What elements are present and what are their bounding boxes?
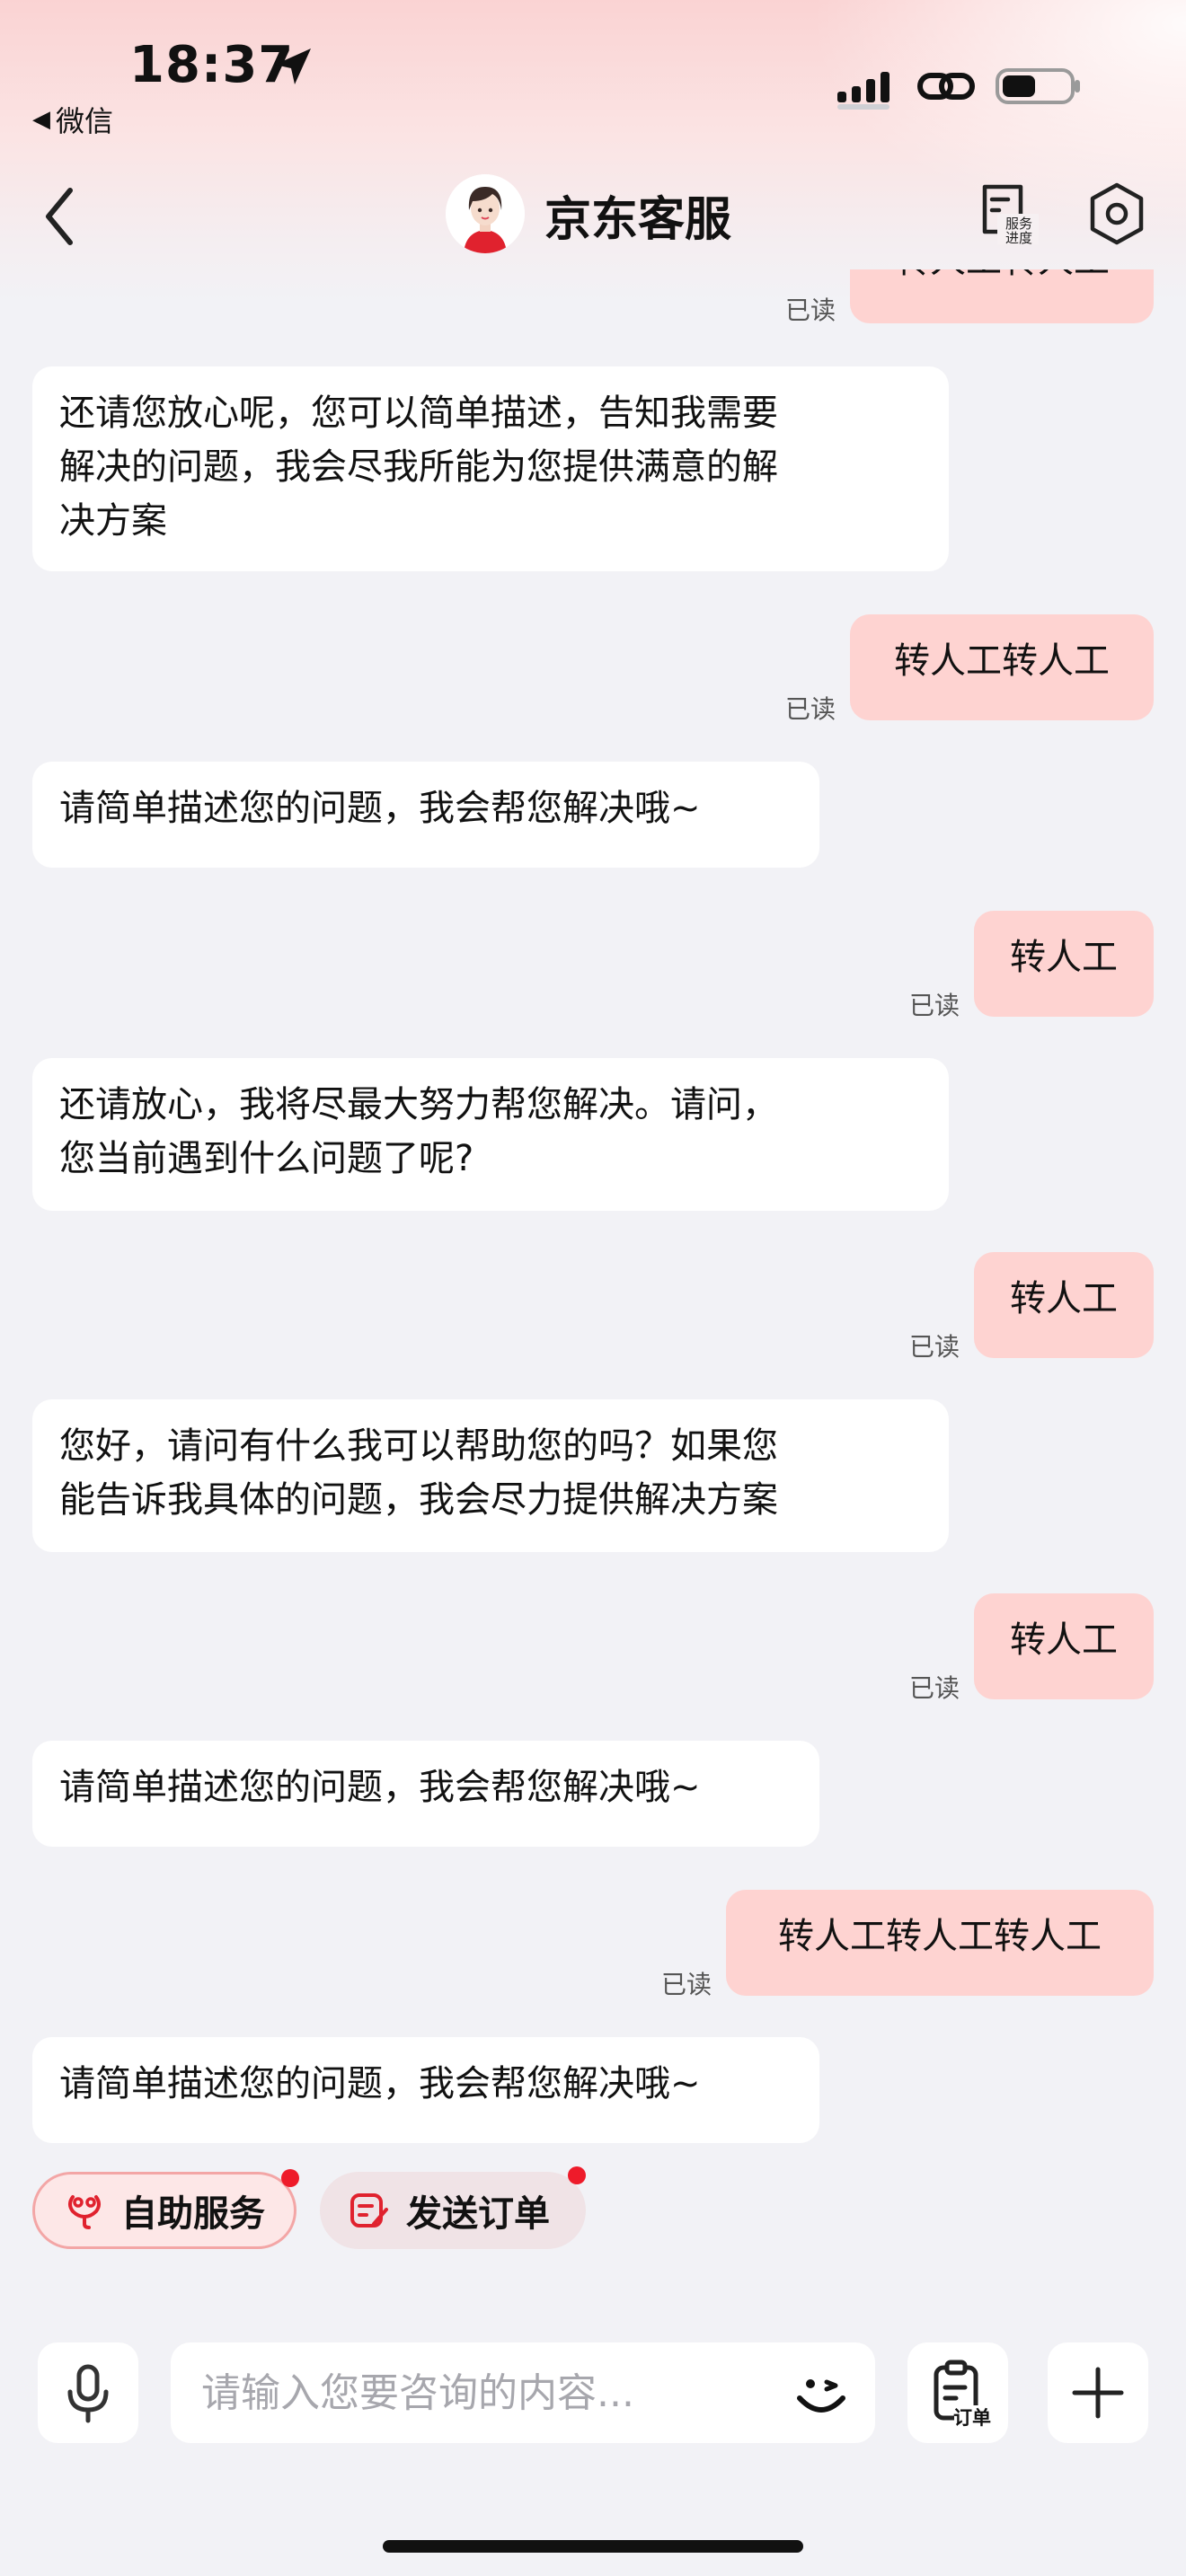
status-bar: 18:37 ◀ 微信 xyxy=(0,0,1186,144)
message-text: 转人工转人工转人工 xyxy=(778,1916,1102,1957)
message-text: 转人工 xyxy=(1010,1619,1118,1661)
message-user[interactable]: 转人工转人工转人工 xyxy=(726,1890,1154,1996)
read-receipt: 已读 xyxy=(661,1970,712,1999)
more-options-button[interactable] xyxy=(1048,2342,1148,2443)
message-line: 请简单描述您的问题，我会帮您解决哦~ xyxy=(59,1767,701,1808)
microphone-icon xyxy=(67,2364,109,2423)
read-receipt: 已读 xyxy=(909,1332,960,1362)
message-text: 转人工转人工 xyxy=(894,269,1110,281)
message-user[interactable]: 转人工 xyxy=(974,1593,1154,1699)
page-title: 京东客服 xyxy=(544,193,732,247)
message-user[interactable]: 转人工转人工 xyxy=(850,614,1154,720)
location-arrow-icon xyxy=(275,49,311,84)
clipboard-order-icon: 订单 xyxy=(934,2360,991,2429)
battery-icon xyxy=(996,68,1080,104)
input-bar: 订单 xyxy=(0,2317,1186,2443)
read-receipt: 已读 xyxy=(909,991,960,1020)
order-button-label: 订单 xyxy=(953,2407,991,2429)
message-bot[interactable]: 请简单描述您的问题，我会帮您解决哦~ xyxy=(32,762,819,868)
message-text: 转人工 xyxy=(1010,1278,1118,1319)
message-bot[interactable]: 请简单描述您的问题，我会帮您解决哦~ xyxy=(32,1741,819,1847)
message-line: 您好，请问有什么我可以帮助您的吗？如果您 xyxy=(59,1425,778,1467)
send-order-button[interactable]: 发送订单 xyxy=(320,2166,586,2249)
send-order-icon xyxy=(350,2193,388,2228)
message-user[interactable]: 转人工 xyxy=(974,1252,1154,1358)
message-bot[interactable]: 还请放心，我将尽最大努力帮您解决。请问， 您当前遇到什么问题了呢? xyxy=(32,1058,949,1211)
chat-header: 京东客服 服务 进度 xyxy=(0,162,1186,269)
message-line: 请简单描述您的问题，我会帮您解决哦~ xyxy=(59,2063,701,2104)
message-line: 还请放心，我将尽最大努力帮您解决。请问， xyxy=(59,1084,778,1125)
message-line: 还请您放心呢，您可以简单描述，告知我需要 xyxy=(59,393,778,434)
read-receipt: 已读 xyxy=(785,694,836,724)
link-icon xyxy=(917,73,975,100)
send-order-label: 发送订单 xyxy=(406,2193,550,2235)
emoji-wink-icon[interactable] xyxy=(791,2362,852,2423)
plus-icon xyxy=(1072,2367,1124,2419)
read-receipt: 已读 xyxy=(909,1673,960,1703)
message-line: 能告诉我具体的问题，我会尽力提供解决方案 xyxy=(59,1479,778,1521)
message-line: 您当前遇到什么问题了呢? xyxy=(59,1138,474,1179)
message-bot[interactable]: 还请您放心呢，您可以简单描述，告知我需要 解决的问题，我会尽我所能为您提供满意的… xyxy=(32,366,949,571)
back-triangle-icon: ◀ xyxy=(32,106,50,133)
read-receipt: 已读 xyxy=(785,296,836,325)
message-line: 请简单描述您的问题，我会帮您解决哦~ xyxy=(59,788,701,829)
service-progress-label-2: 进度 xyxy=(1005,230,1032,246)
message-input[interactable] xyxy=(201,2360,758,2425)
voice-input-button[interactable] xyxy=(38,2342,138,2443)
message-text: 转人工 xyxy=(1010,937,1118,978)
settings-hexagon-icon[interactable] xyxy=(1087,181,1146,246)
chat-message-list[interactable]: 转人工转人工 已读 还请您放心呢，您可以简单描述，告知我需要 解决的问题，我会尽… xyxy=(0,269,1186,2174)
message-text: 转人工转人工 xyxy=(894,640,1110,682)
self-service-label: 自助服务 xyxy=(121,2193,265,2235)
cellular-signal-icon xyxy=(837,72,890,110)
self-service-icon xyxy=(68,2195,101,2229)
message-user[interactable]: 转人工转人工 xyxy=(850,269,1154,323)
back-to-wechat[interactable]: ◀ 微信 xyxy=(32,99,113,140)
message-line: 决方案 xyxy=(59,500,167,542)
back-chevron-icon[interactable] xyxy=(40,185,79,248)
message-bot[interactable]: 您好，请问有什么我可以帮助您的吗？如果您 能告诉我具体的问题，我会尽力提供解决方… xyxy=(32,1399,949,1552)
notification-dot xyxy=(568,2166,586,2184)
message-input-container[interactable] xyxy=(171,2342,875,2443)
message-bot[interactable]: 请简单描述您的问题，我会帮您解决哦~ xyxy=(32,2037,819,2143)
back-app-label: 微信 xyxy=(56,104,114,138)
message-line: 解决的问题，我会尽我所能为您提供满意的解 xyxy=(59,446,778,488)
notification-dot xyxy=(281,2169,299,2187)
agent-avatar xyxy=(446,174,525,253)
order-button[interactable]: 订单 xyxy=(907,2342,1008,2443)
home-indicator[interactable] xyxy=(383,2540,803,2553)
message-user[interactable]: 转人工 xyxy=(974,911,1154,1017)
self-service-button[interactable]: 自助服务 xyxy=(32,2169,299,2249)
service-progress-icon[interactable]: 服务 进度 xyxy=(978,181,1040,248)
